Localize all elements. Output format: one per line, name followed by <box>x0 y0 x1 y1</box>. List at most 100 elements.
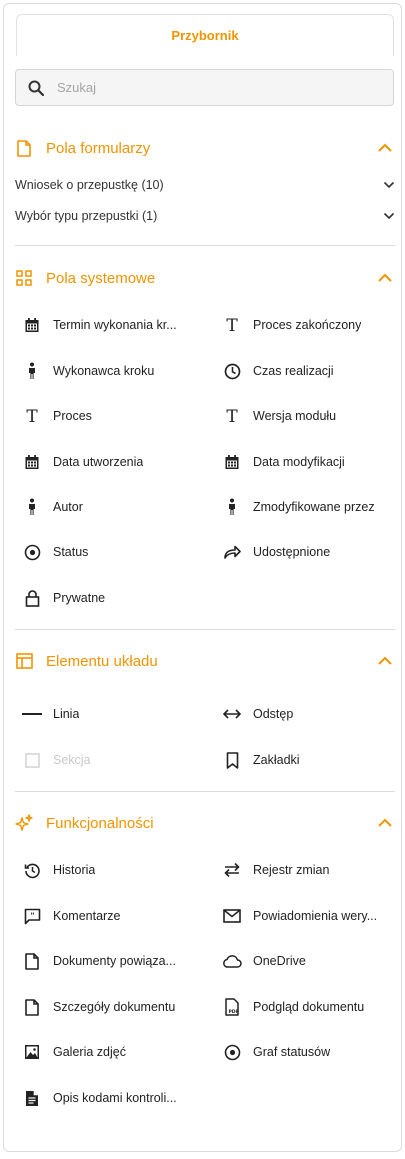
svg-text:PDF: PDF <box>228 1009 238 1015</box>
document-icon <box>22 997 42 1017</box>
toolbox-item[interactable]: Dokumenty powiąza... <box>22 949 202 973</box>
toolbox-item[interactable]: Historia <box>22 858 202 882</box>
toolbox-item[interactable]: Czas realizacji <box>222 359 402 383</box>
divider <box>15 791 395 792</box>
toolbox-item[interactable]: Udostępnione <box>222 540 402 564</box>
toolbox-item[interactable]: " Komentarze <box>22 904 202 928</box>
section-header-system-fields[interactable]: Pola systemowe <box>15 266 395 290</box>
document-icon <box>15 139 33 157</box>
item-label: Udostępnione <box>253 545 331 559</box>
subgroup-row[interactable]: Wniosek o przepustkę (10) <box>15 174 395 196</box>
section-title: Funkcjonalności <box>46 814 154 832</box>
item-label: Status <box>53 545 89 559</box>
section-title: Pola formularzy <box>46 139 151 157</box>
toolbox-item[interactable]: T Proces <box>22 404 202 428</box>
item-label: Wersja modułu <box>253 409 337 423</box>
chevron-up-icon[interactable] <box>377 815 393 833</box>
svg-text:": " <box>30 911 34 920</box>
toolbox-item[interactable]: Graf statusów <box>222 1040 402 1064</box>
item-label: Sekcja <box>53 753 91 767</box>
section-title: Elementu układu <box>46 652 158 670</box>
comment-icon: " <box>22 906 42 926</box>
person-icon <box>22 361 42 381</box>
item-label: Data modyfikacji <box>253 455 345 469</box>
mail-icon <box>222 906 242 926</box>
toolbox-item[interactable]: T Wersja modułu <box>222 404 402 428</box>
toolbox-panel: Przybornik Pola formularzy Wniosek o prz… <box>3 3 402 1152</box>
toolbox-item[interactable]: Odstęp <box>222 702 402 726</box>
radio-icon <box>222 1042 242 1062</box>
item-label: Zmodyfikowane przez <box>253 500 375 514</box>
toolbox-item[interactable]: T Proces zakończony <box>222 313 402 337</box>
section-header-layout-elements[interactable]: Elementu układu <box>15 649 395 673</box>
item-label: Wykonawca kroku <box>53 364 155 378</box>
chevron-up-icon[interactable] <box>377 653 393 671</box>
item-label: Termin wykonania kr... <box>53 318 177 332</box>
item-label: OneDrive <box>253 954 306 968</box>
divider <box>15 245 395 246</box>
section-title: Pola systemowe <box>46 269 156 287</box>
chevron-up-icon[interactable] <box>377 140 393 158</box>
spacing-icon <box>222 704 242 724</box>
calendar-icon <box>22 452 42 472</box>
tab-toolbox[interactable]: Przybornik <box>16 14 394 56</box>
subgroup-label: Wybór typu przepustki (1) <box>15 209 158 223</box>
toolbox-item[interactable]: Linia <box>22 702 202 726</box>
item-label: Dokumenty powiąza... <box>53 954 176 968</box>
toolbox-item[interactable]: Rejestr zmian <box>222 858 402 882</box>
toolbox-item[interactable]: Autor <box>22 495 202 519</box>
toolbox-item[interactable]: Data utworzenia <box>22 450 202 474</box>
toolbox-item[interactable]: Powiadomienia wery... <box>222 904 402 928</box>
text-icon: T <box>22 406 42 426</box>
item-label: Podgląd dokumentu <box>253 1000 365 1014</box>
toolbox-item[interactable]: OneDrive <box>222 949 402 973</box>
item-label: Linia <box>53 707 80 721</box>
toolbox-item[interactable]: Galeria zdjęć <box>22 1040 202 1064</box>
svg-text:T: T <box>226 408 238 424</box>
item-label: Czas realizacji <box>253 364 334 378</box>
item-label: Graf statusów <box>253 1045 331 1059</box>
toolbox-item[interactable]: Zmodyfikowane przez <box>222 495 402 519</box>
toolbox-item[interactable]: Prywatne <box>22 586 202 610</box>
toolbox-item[interactable]: Termin wykonania kr... <box>22 313 202 337</box>
grid-icon <box>15 269 33 287</box>
chevron-up-icon[interactable] <box>377 270 393 288</box>
search-icon <box>28 80 44 96</box>
search-box <box>15 69 394 106</box>
toolbox-item[interactable]: Zakładki <box>222 748 402 772</box>
tab-label: Przybornik <box>171 28 239 43</box>
bookmark-icon <box>222 750 242 770</box>
section-icon <box>22 750 42 770</box>
toolbox-item[interactable]: Wykonawca kroku <box>22 359 202 383</box>
toolbox-item[interactable]: Opis kodami kontroli... <box>22 1086 202 1110</box>
toolbox-item[interactable]: PDF Podgląd dokumentu <box>222 995 402 1019</box>
toolbox-item[interactable]: Status <box>22 540 202 564</box>
chevron-down-icon[interactable] <box>383 178 395 192</box>
toolbox-item[interactable]: Szczegóły dokumentu <box>22 995 202 1019</box>
svg-text:T: T <box>26 408 38 424</box>
text-icon: T <box>222 406 242 426</box>
item-label: Galeria zdjęć <box>53 1045 126 1059</box>
item-label: Odstęp <box>253 707 294 721</box>
swap-icon <box>222 860 242 880</box>
person-icon <box>22 497 42 517</box>
chevron-down-icon[interactable] <box>383 209 395 223</box>
toolbox-item[interactable]: Data modyfikacji <box>222 450 402 474</box>
document-icon <box>22 951 42 971</box>
item-label: Prywatne <box>53 591 106 605</box>
section-header-features[interactable]: Funkcjonalności <box>15 811 395 835</box>
line-icon <box>22 704 42 724</box>
person-icon <box>222 497 242 517</box>
pdf-icon: PDF <box>222 997 242 1017</box>
item-label: Opis kodami kontroli... <box>53 1091 177 1105</box>
calendar-icon <box>22 315 42 335</box>
item-label: Rejestr zmian <box>253 863 330 877</box>
text-icon: T <box>222 315 242 335</box>
subgroup-row[interactable]: Wybór typu przepustki (1) <box>15 205 395 227</box>
search-input[interactable] <box>57 80 357 95</box>
item-label: Szczegóły dokumentu <box>53 1000 176 1014</box>
item-label: Proces zakończony <box>253 318 362 332</box>
toolbox-item-disabled: Sekcja <box>22 748 202 772</box>
section-header-form-fields[interactable]: Pola formularzy <box>15 136 395 160</box>
item-label: Komentarze <box>53 909 121 923</box>
